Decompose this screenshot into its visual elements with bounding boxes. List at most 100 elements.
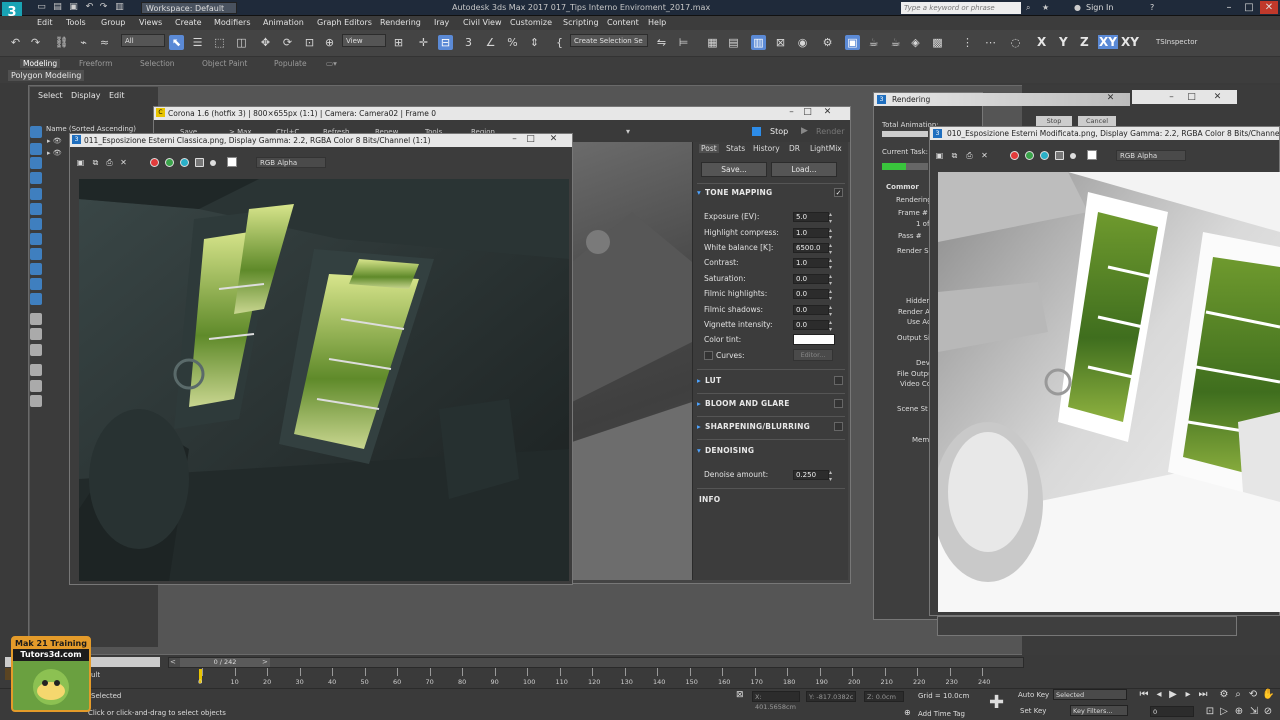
- menu-graph-editors[interactable]: Graph Editors: [317, 18, 372, 27]
- tab-selection[interactable]: Selection: [140, 59, 175, 68]
- expand-icon[interactable]: ▸ 👁: [47, 137, 62, 145]
- common-section[interactable]: Commor: [886, 183, 919, 191]
- spinner-icon[interactable]: ▴ ▾: [829, 288, 832, 302]
- tab-freeform[interactable]: Freeform: [79, 59, 112, 68]
- filmic-highlights-input[interactable]: 0.0: [793, 289, 829, 299]
- keyboard-shortcut-icon[interactable]: ⊟: [438, 35, 453, 50]
- channel-dropdown[interactable]: RGB Alpha: [1116, 150, 1186, 161]
- current-frame-field[interactable]: 0: [1150, 706, 1194, 717]
- curves-editor-button[interactable]: Editor...: [793, 349, 833, 361]
- maximize-button[interactable]: □: [1186, 92, 1197, 102]
- tab-dr[interactable]: DR: [789, 144, 800, 153]
- find-icon[interactable]: [30, 344, 42, 356]
- minimize-button[interactable]: –: [786, 107, 797, 117]
- rect-selection-icon[interactable]: ⬚: [212, 35, 227, 50]
- highlight-compress-input[interactable]: 1.0: [793, 228, 829, 238]
- align-icon[interactable]: ⊨: [676, 35, 691, 50]
- orbit-icon[interactable]: ⟲: [1247, 689, 1259, 701]
- fov-icon[interactable]: ▷: [1218, 706, 1230, 718]
- menu-scripting[interactable]: Scripting: [563, 18, 599, 27]
- unlink-icon[interactable]: ⌁: [76, 35, 91, 50]
- spinner-icon[interactable]: ▴ ▾: [829, 257, 832, 271]
- spinner-icon[interactable]: ▴ ▾: [829, 273, 832, 287]
- close-button[interactable]: ✕: [1105, 93, 1116, 103]
- spinner-icon[interactable]: ▴ ▾: [829, 469, 832, 483]
- explorer-menu-display[interactable]: Display: [71, 91, 101, 100]
- display-shapes-icon[interactable]: [30, 157, 42, 169]
- arc-rotate-icon[interactable]: ⊘: [1262, 706, 1274, 718]
- close-button[interactable]: ✕: [822, 107, 833, 117]
- spinner-snap-icon[interactable]: ⇕: [527, 35, 542, 50]
- menu-views[interactable]: Views: [139, 18, 162, 27]
- select-object-icon[interactable]: ⬉: [169, 35, 184, 50]
- tab-modeling[interactable]: Modeling: [20, 59, 61, 68]
- menu-group[interactable]: Group: [101, 18, 125, 27]
- funnel-icon[interactable]: [30, 380, 42, 392]
- menu-iray[interactable]: Iray: [434, 18, 449, 27]
- display-spacewarps-icon[interactable]: [30, 218, 42, 230]
- curve-editor-icon[interactable]: ▥: [751, 35, 766, 50]
- selection-filter-dropdown[interactable]: All: [121, 34, 165, 47]
- layer-icon[interactable]: [30, 395, 42, 407]
- vignette-input[interactable]: 0.0: [793, 320, 829, 330]
- display-xrefs-icon[interactable]: [30, 248, 42, 260]
- x-coordinate[interactable]: X: 401.5658cm: [752, 691, 800, 711]
- help-button[interactable]: ?: [1150, 3, 1154, 12]
- open-icon[interactable]: ▤: [52, 2, 63, 13]
- red-channel-icon[interactable]: [150, 158, 159, 167]
- exposure-input[interactable]: 5.0: [793, 212, 829, 222]
- menu-help[interactable]: Help: [648, 18, 666, 27]
- set-key-button[interactable]: Set Key: [1020, 707, 1046, 715]
- green-channel-icon[interactable]: [1025, 151, 1034, 160]
- color-swatch[interactable]: [227, 157, 237, 167]
- previous-frame-icon[interactable]: ◂: [1153, 689, 1165, 701]
- lut-checkbox[interactable]: [834, 376, 843, 385]
- denoise-input[interactable]: 0.250: [793, 470, 829, 480]
- bind-space-warp-icon[interactable]: ≈: [97, 35, 112, 50]
- menu-rendering[interactable]: Rendering: [380, 18, 421, 27]
- lut-section[interactable]: ▸ LUT: [697, 376, 721, 385]
- time-tag-icon[interactable]: ⊕: [904, 708, 911, 717]
- mono-icon[interactable]: [210, 160, 216, 166]
- project-icon[interactable]: ▥: [114, 2, 125, 13]
- mono-icon[interactable]: [1070, 153, 1076, 159]
- reference-coord-dropdown[interactable]: View: [342, 34, 386, 47]
- material-editor-icon[interactable]: ◉: [795, 35, 810, 50]
- auto-key-button[interactable]: Auto Key: [1018, 691, 1049, 699]
- expand-icon[interactable]: ▸ 👁: [47, 149, 62, 157]
- key-selection-dropdown[interactable]: Selected: [1053, 689, 1127, 700]
- angle-snap-icon[interactable]: ∠: [483, 35, 498, 50]
- redo-icon[interactable]: ↷: [98, 2, 109, 13]
- sign-in-link[interactable]: Sign In: [1086, 3, 1113, 12]
- layer-explorer-icon[interactable]: ▦: [705, 35, 720, 50]
- time-slider-handle[interactable]: 0 / 242: [180, 658, 270, 667]
- tab-object-paint[interactable]: Object Paint: [202, 59, 247, 68]
- explorer-menu-select[interactable]: Select: [38, 91, 63, 100]
- blue-channel-icon[interactable]: [180, 158, 189, 167]
- menu-edit[interactable]: Edit: [37, 18, 53, 27]
- display-lights-icon[interactable]: [30, 172, 42, 184]
- filmic-shadows-input[interactable]: 0.0: [793, 305, 829, 315]
- key-filters-button[interactable]: Key Filters...: [1070, 705, 1128, 716]
- maximize-viewport-icon[interactable]: ⇲: [1248, 706, 1260, 718]
- constraint-x[interactable]: X: [1037, 35, 1046, 49]
- toggle-display-icon[interactable]: [30, 313, 42, 325]
- selection-set-dropdown[interactable]: Create Selection Se: [570, 34, 648, 47]
- polygon-modeling-tab[interactable]: Polygon Modeling: [8, 70, 85, 81]
- tab-lightmix[interactable]: LightMix: [810, 144, 842, 153]
- display-cameras-icon[interactable]: [30, 188, 42, 200]
- denoising-section[interactable]: ▾ DENOISING: [697, 446, 754, 455]
- sort-icon[interactable]: [30, 328, 42, 340]
- tone-mapping-section[interactable]: ▾ TONE MAPPING: [697, 188, 772, 197]
- menu-customize[interactable]: Customize: [510, 18, 552, 27]
- menu-create[interactable]: Create: [175, 18, 202, 27]
- green-channel-icon[interactable]: [165, 158, 174, 167]
- pivot-icon[interactable]: ⊞: [391, 35, 406, 50]
- next-frame-icon[interactable]: ▸: [1182, 689, 1194, 701]
- color-swatch[interactable]: [1087, 150, 1097, 160]
- y-coordinate[interactable]: Y: -817.0382c: [806, 691, 856, 702]
- explorer-menu-edit[interactable]: Edit: [109, 91, 125, 100]
- minimize-button[interactable]: –: [1220, 1, 1238, 14]
- save-settings-button[interactable]: Save...: [701, 162, 767, 177]
- spinner-icon[interactable]: ▴ ▾: [829, 319, 832, 333]
